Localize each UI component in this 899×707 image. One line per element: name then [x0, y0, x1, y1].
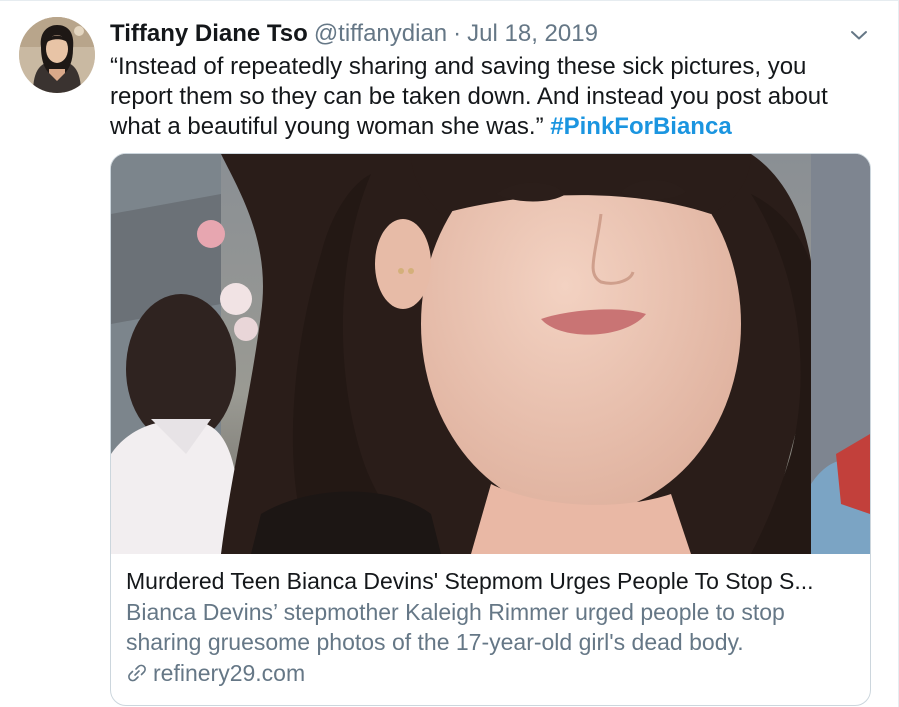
author-avatar[interactable]: [19, 17, 95, 93]
tweet[interactable]: Tiffany Diane Tso @tiffanydian · Jul 18, 20…: [0, 0, 899, 707]
author-handle[interactable]: @tiffanydian: [314, 20, 447, 47]
card-description: Bianca Devins’ stepmother Kaleigh Rimmer…: [126, 599, 785, 655]
tweet-text: “Instead of repeatedly sharing and savin…: [110, 52, 870, 142]
link-preview-card[interactable]: Murdered Teen Bianca Devins' Stepmom Urg…: [110, 153, 871, 706]
hashtag-link[interactable]: #PinkForBianca: [550, 113, 731, 140]
card-domain: refinery29.com: [153, 660, 306, 686]
author-name[interactable]: Tiffany Diane Tso: [110, 20, 308, 47]
tweet-header: Tiffany Diane Tso @tiffanydian · Jul 18, 20…: [110, 18, 598, 50]
card-title[interactable]: Murdered Teen Bianca Devins' Stepmom Urg…: [126, 566, 856, 596]
card-domain-row: refinery29.com: [126, 658, 856, 688]
tweet-date[interactable]: Jul 18, 2019: [467, 20, 598, 47]
tweet-menu-button[interactable]: [846, 23, 872, 47]
chevron-down-icon: [851, 31, 867, 40]
separator-dot: ·: [453, 20, 462, 47]
card-body: Murdered Teen Bianca Devins' Stepmom Urg…: [126, 566, 856, 688]
card-image[interactable]: [111, 154, 870, 554]
link-icon: [126, 662, 148, 684]
